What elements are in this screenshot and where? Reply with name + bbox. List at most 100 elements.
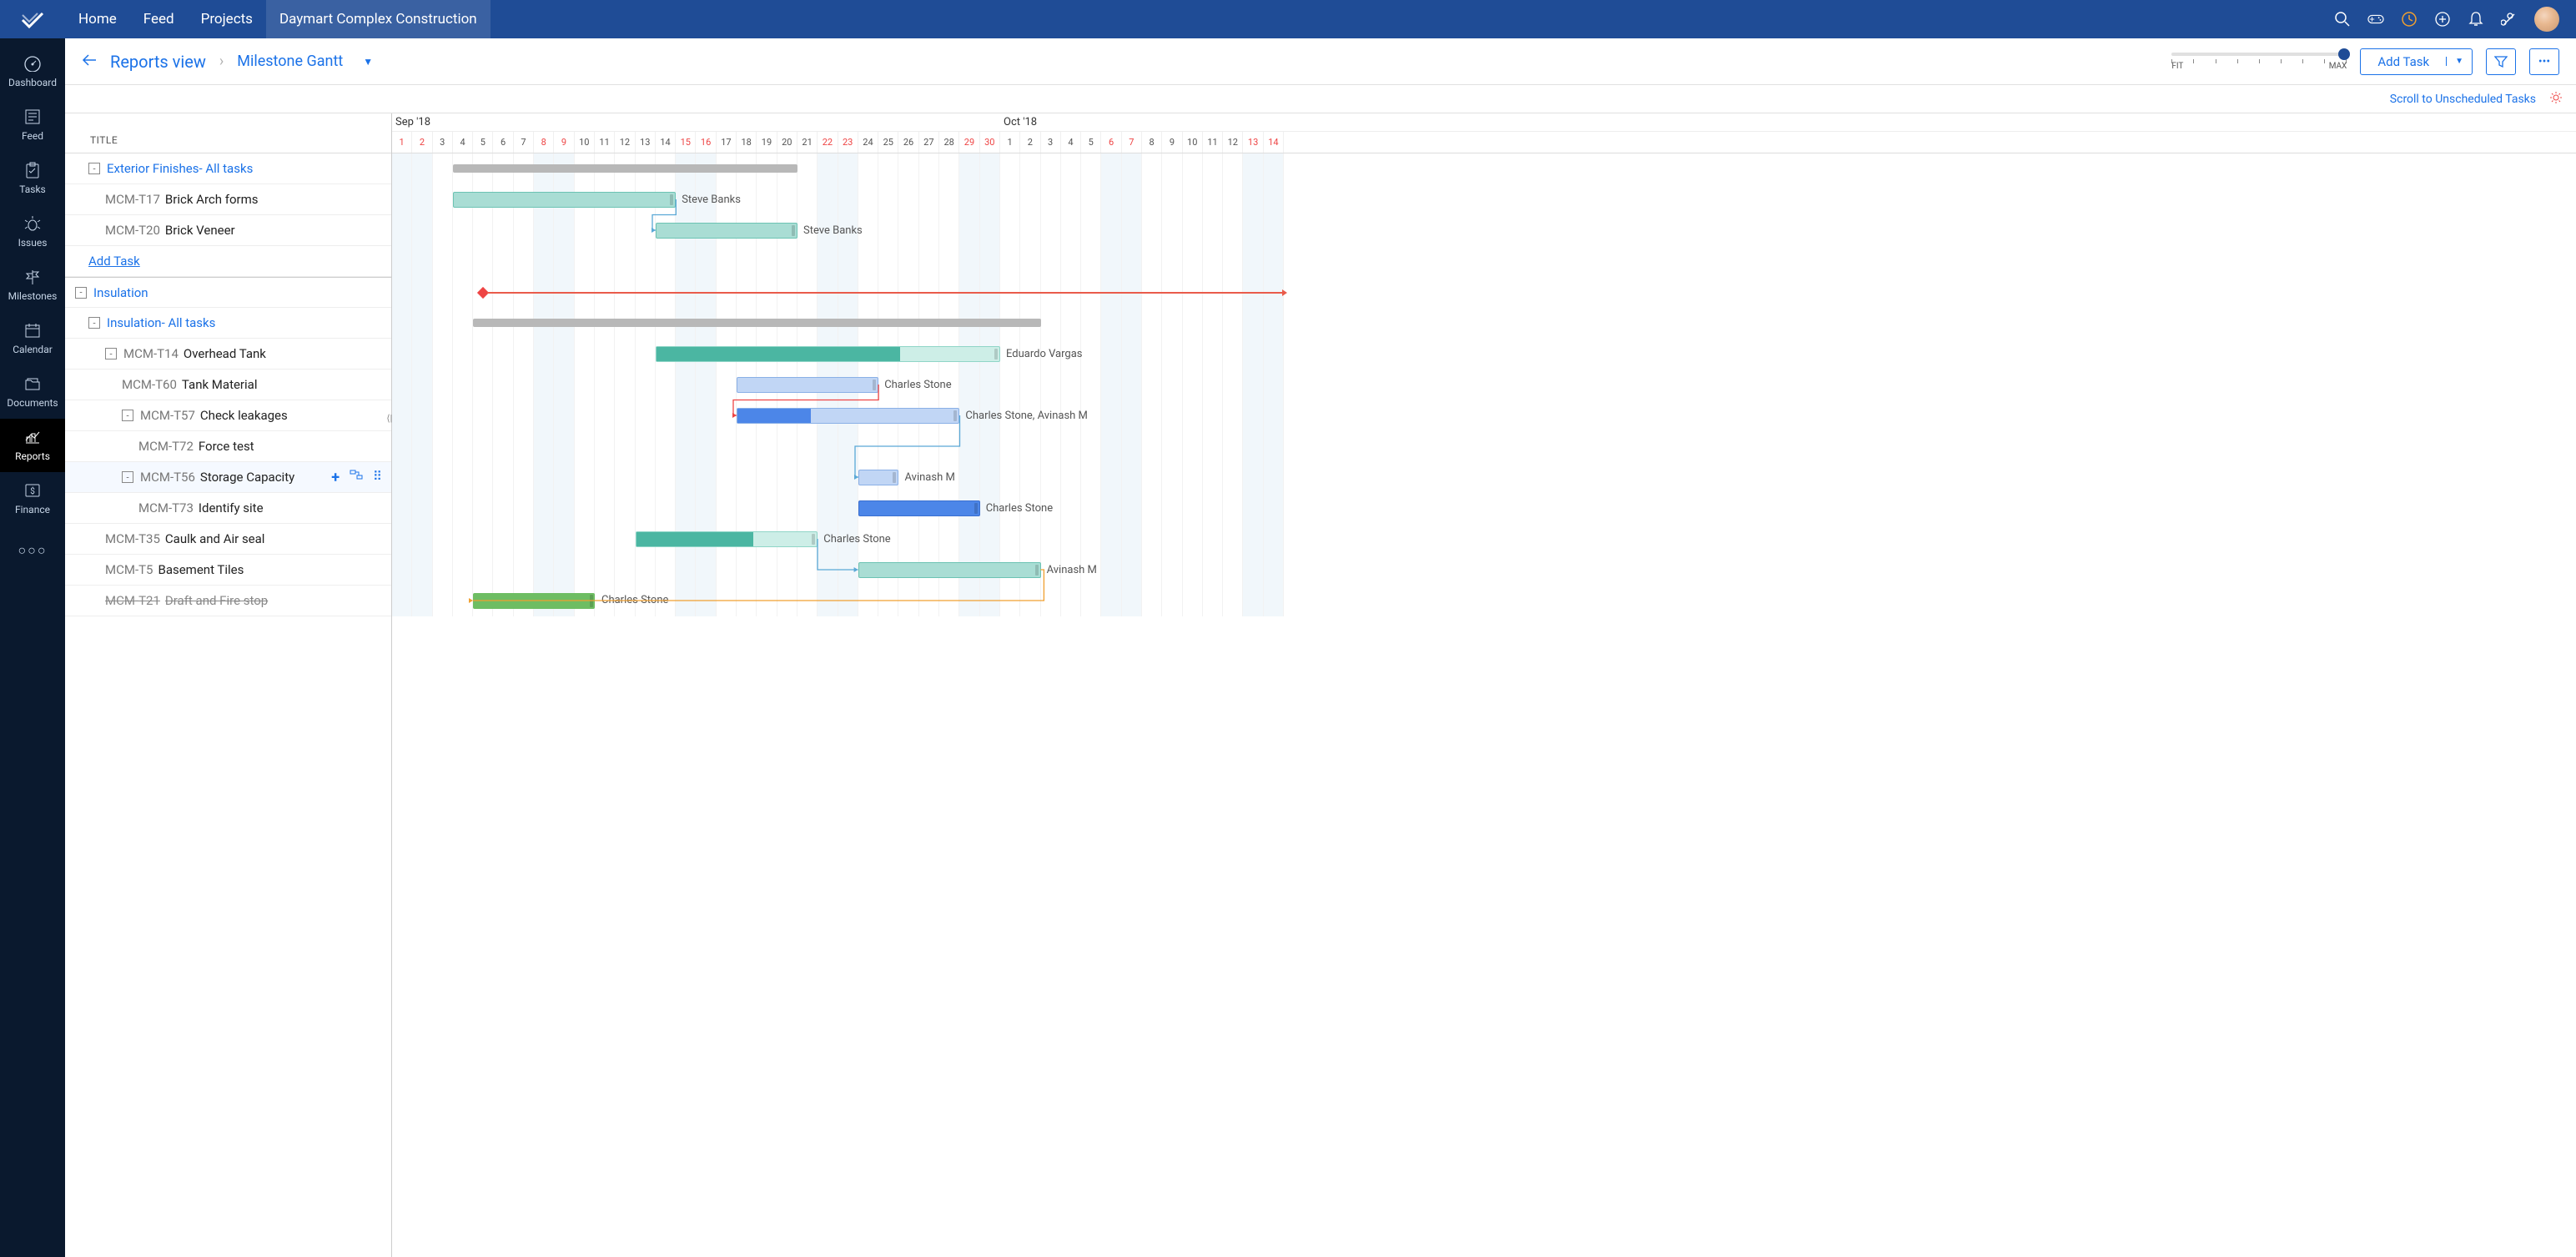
task-row[interactable]: -MCM-T14Overhead Tank [65, 339, 391, 370]
task-row[interactable]: MCM-T21Draft and Fire stop [65, 586, 391, 616]
resize-handle[interactable] [994, 349, 998, 360]
add-subtask-icon[interactable]: + [331, 469, 340, 486]
rail-finance[interactable]: $ Finance [0, 472, 65, 525]
zoom-slider[interactable]: FITMAX [2171, 53, 2347, 71]
expander-icon[interactable]: - [88, 163, 100, 174]
task-bar[interactable]: Charles Stone [473, 593, 595, 609]
resize-handle[interactable] [953, 410, 957, 421]
day-header: 25 [878, 132, 898, 153]
resize-handle[interactable] [792, 225, 795, 236]
day-header: 5 [1081, 132, 1101, 153]
task-row[interactable]: MCM-T60Tank Material [65, 370, 391, 400]
topnav-projects[interactable]: Projects [188, 0, 266, 38]
search-icon[interactable] [2334, 11, 2351, 28]
resize-handle[interactable] [893, 472, 896, 483]
rail-calendar[interactable]: Calendar [0, 312, 65, 365]
add-task-dropdown-icon[interactable]: ▼ [2446, 57, 2472, 66]
task-bar[interactable]: Charles Stone, Avinash M [737, 408, 959, 424]
resize-handle[interactable] [590, 595, 593, 607]
day-header: 26 [898, 132, 918, 153]
summary-bar[interactable] [473, 319, 1040, 327]
day-header: 1 [392, 132, 412, 153]
resize-handle[interactable] [1035, 565, 1039, 576]
task-row[interactable]: MCM-T5Basement Tiles [65, 555, 391, 586]
task-id: MCM-T73 [138, 500, 194, 515]
rail-more[interactable]: ○○○ [0, 532, 65, 569]
rail-label: Issues [18, 237, 48, 249]
topnav-feed[interactable]: Feed [130, 0, 188, 38]
day-header: 22 [818, 132, 838, 153]
add-icon[interactable] [2434, 11, 2451, 28]
task-row[interactable]: MCM-T35Caulk and Air seal [65, 524, 391, 555]
rail-reports[interactable]: Reports [0, 419, 65, 472]
day-header: 15 [676, 132, 696, 153]
expander-icon[interactable]: - [122, 410, 133, 421]
topbar: Home Feed Projects Daymart Complex Const… [0, 0, 2576, 38]
clock-icon[interactable] [2401, 11, 2418, 28]
topnav-home[interactable]: Home [65, 0, 130, 38]
task-bar[interactable]: Avinash M [858, 562, 1041, 578]
task-bar[interactable]: Charles Stone [636, 531, 818, 547]
expander-icon[interactable]: - [75, 287, 87, 299]
resize-handle[interactable] [812, 534, 815, 545]
bell-icon[interactable] [2468, 11, 2484, 28]
topnav: Home Feed Projects Daymart Complex Const… [65, 0, 491, 38]
drag-handle-icon[interactable]: ⠿ [373, 469, 383, 486]
assignee-label: Charles Stone [823, 533, 890, 546]
task-row[interactable]: MCM-T20Brick Veneer [65, 215, 391, 246]
resize-handle[interactable] [974, 503, 978, 514]
day-header: 13 [636, 132, 656, 153]
grid-title-header: TITLE [65, 113, 391, 153]
task-row[interactable]: -Insulation [65, 277, 391, 308]
logo[interactable] [0, 0, 65, 38]
expander-icon[interactable]: - [88, 317, 100, 329]
rail-issues[interactable]: Issues [0, 205, 65, 259]
task-bar[interactable]: Steve Banks [453, 192, 676, 208]
task-bar[interactable]: Charles Stone [737, 377, 878, 393]
gamepad-icon[interactable] [2367, 11, 2384, 28]
rail-milestones[interactable]: Milestones [0, 259, 65, 312]
rail-tasks[interactable]: Tasks [0, 152, 65, 205]
task-row[interactable]: MCM-T17Brick Arch forms [65, 184, 391, 215]
resize-handle[interactable] [873, 380, 876, 390]
summary-bar[interactable] [453, 164, 797, 173]
task-row[interactable]: MCM-T72Force test [65, 431, 391, 462]
header-row: Reports view › Milestone Gantt ▼ FITMAX … [65, 38, 2576, 85]
tools-icon[interactable] [2501, 11, 2518, 28]
expander-icon[interactable]: - [105, 348, 117, 360]
add-task-button[interactable]: Add Task ▼ [2360, 48, 2473, 75]
view-dropdown-icon[interactable]: ▼ [363, 56, 373, 68]
progress-overlay [737, 409, 811, 423]
scroll-unscheduled-link[interactable]: Scroll to Unscheduled Tasks [2390, 93, 2536, 106]
filter-button[interactable] [2486, 48, 2516, 75]
avatar[interactable] [2534, 7, 2559, 32]
rail-documents[interactable]: Documents [0, 365, 65, 419]
task-row[interactable]: -MCM-T56Storage Capacity+⠿ [65, 462, 391, 493]
task-bar[interactable]: Avinash M [858, 470, 899, 485]
back-arrow-icon[interactable] [82, 54, 97, 69]
add-task-row[interactable]: Add Task [65, 246, 391, 277]
task-bar[interactable]: Eduardo Vargas [656, 346, 1000, 362]
breadcrumb-reports[interactable]: Reports view [110, 52, 206, 72]
task-title: Force test [199, 439, 254, 454]
gantt-chart[interactable]: Sep '18Oct '18 1234567891011121314151617… [392, 113, 2576, 1257]
link-icon[interactable] [350, 469, 363, 486]
svg-text:$: $ [30, 485, 35, 496]
more-button[interactable]: ••• [2529, 48, 2559, 75]
rail-dashboard[interactable]: Dashboard [0, 45, 65, 98]
day-header: 20 [777, 132, 797, 153]
topnav-project-tab[interactable]: Daymart Complex Construction [266, 0, 491, 38]
settings-gear-icon[interactable] [2549, 91, 2563, 108]
slider-thumb[interactable] [2338, 48, 2350, 60]
task-title: Storage Capacity [200, 470, 294, 485]
task-bar[interactable]: Steve Banks [656, 223, 797, 239]
day-header: 9 [554, 132, 574, 153]
rail-feed[interactable]: Feed [0, 98, 65, 152]
task-bar[interactable]: Charles Stone [858, 500, 980, 516]
resize-handle[interactable] [670, 194, 673, 205]
task-row[interactable]: -Exterior Finishes- All tasks [65, 153, 391, 184]
expander-icon[interactable]: - [122, 471, 133, 483]
task-row[interactable]: MCM-T73Identify site [65, 493, 391, 524]
task-row[interactable]: -MCM-T57Check leakages [65, 400, 391, 431]
task-row[interactable]: -Insulation- All tasks [65, 308, 391, 339]
